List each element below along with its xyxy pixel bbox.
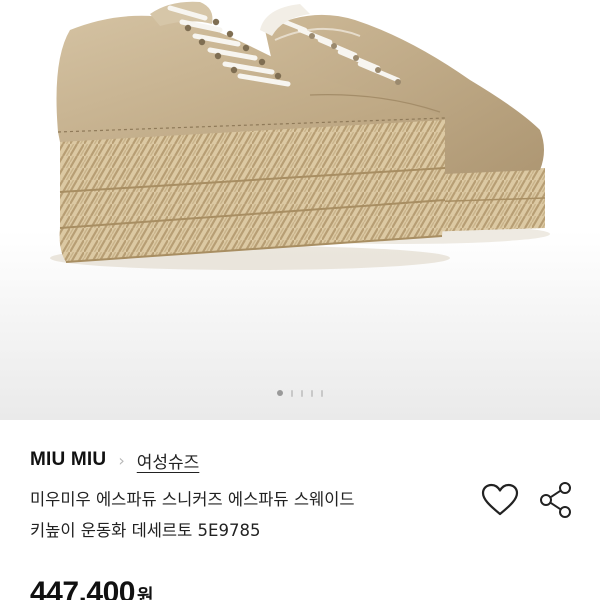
product-page: MIU MIU › 여성슈즈 미우미우 에스파듀 스니커즈 에스파듀 스웨이드 … bbox=[0, 0, 600, 600]
wishlist-button[interactable] bbox=[480, 480, 520, 520]
price-unit: 원 bbox=[136, 586, 154, 600]
product-title-line1: 미우미우 에스파듀 스니커즈 에스파듀 스웨이드 bbox=[30, 490, 355, 509]
heart-icon bbox=[481, 483, 519, 516]
share-icon bbox=[540, 482, 571, 518]
gallery-pagination[interactable] bbox=[0, 388, 600, 398]
product-image bbox=[50, 1, 550, 270]
product-title-line2: 키높이 운동화 데세르토 5E9785 bbox=[30, 521, 261, 540]
pagination-dot[interactable] bbox=[321, 389, 323, 397]
breadcrumb: MIU MIU › 여성슈즈 bbox=[30, 446, 199, 474]
brand-link[interactable]: MIU MIU bbox=[30, 449, 106, 471]
price-value: 447,400 bbox=[30, 576, 135, 600]
product-actions bbox=[480, 478, 580, 522]
chevron-right-icon: › bbox=[118, 450, 125, 470]
pagination-dot-active[interactable] bbox=[277, 390, 283, 396]
pagination-dot[interactable] bbox=[311, 389, 313, 397]
share-button[interactable] bbox=[536, 480, 576, 520]
pagination-dot[interactable] bbox=[301, 389, 303, 397]
product-title: 미우미우 에스파듀 스니커즈 에스파듀 스웨이드 키높이 운동화 데세르토 5E… bbox=[30, 484, 470, 546]
product-price: 447,400 원 bbox=[30, 576, 154, 600]
pagination-dot[interactable] bbox=[291, 389, 293, 397]
product-image-gallery[interactable] bbox=[0, 0, 600, 420]
category-link[interactable]: 여성슈즈 bbox=[137, 448, 200, 473]
